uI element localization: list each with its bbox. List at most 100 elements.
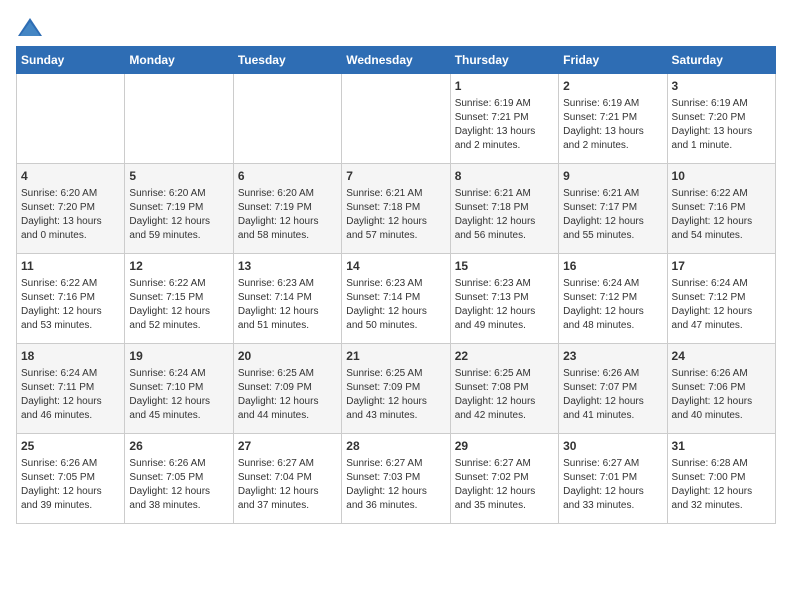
day-number: 13 <box>238 258 337 275</box>
day-cell-27: 27Sunrise: 6:27 AMSunset: 7:04 PMDayligh… <box>233 434 341 524</box>
day-info: Sunrise: 6:19 AMSunset: 7:21 PMDaylight:… <box>563 97 662 153</box>
day-info: Sunrise: 6:22 AMSunset: 7:15 PMDaylight:… <box>129 277 228 333</box>
day-cell-17: 17 Sunrise: 6:24 AMSunset: 7:12 PMDayligh… <box>667 254 775 344</box>
day-number: 26 <box>129 438 228 455</box>
day-cell-24: 24 Sunrise: 6:26 AMSunset: 7:06 PMDayligh… <box>667 344 775 434</box>
header <box>16 16 776 38</box>
day-number: 3 <box>672 78 771 95</box>
week-row-2: 4 Sunrise: 6:20 AMSunset: 7:20 PMDaylight… <box>17 164 776 254</box>
day-cell-13: 13 Sunrise: 6:23 AMSunset: 7:14 PMDayligh… <box>233 254 341 344</box>
day-info: Sunrise: 6:19 AMSunset: 7:20 PMDaylight:… <box>672 97 771 153</box>
day-number: 7 <box>346 168 445 185</box>
day-info: Sunrise: 6:20 AMSunset: 7:19 PMDaylight:… <box>238 187 337 243</box>
day-number: 25 <box>21 438 120 455</box>
day-info: Sunrise: 6:20 AMSunset: 7:20 PMDaylight:… <box>21 187 120 243</box>
day-number: 21 <box>346 348 445 365</box>
day-cell-3: 3 Sunrise: 6:19 AMSunset: 7:20 PMDaylight… <box>667 74 775 164</box>
week-row-1: 1 Sunrise: 6:19 AMSunset: 7:21 PMDaylight… <box>17 74 776 164</box>
day-number: 2 <box>563 78 662 95</box>
day-cell-15: 15Sunrise: 6:23 AMSunset: 7:13 PMDayligh… <box>450 254 558 344</box>
day-number: 10 <box>672 168 771 185</box>
day-number: 31 <box>672 438 771 455</box>
day-number: 17 <box>672 258 771 275</box>
day-cell-9: 9Sunrise: 6:21 AMSunset: 7:17 PMDaylight… <box>559 164 667 254</box>
day-info: Sunrise: 6:22 AMSunset: 7:16 PMDaylight:… <box>21 277 120 333</box>
day-info: Sunrise: 6:26 AMSunset: 7:07 PMDaylight:… <box>563 367 662 423</box>
day-number: 24 <box>672 348 771 365</box>
day-number: 22 <box>455 348 554 365</box>
day-cell-12: 12 Sunrise: 6:22 AMSunset: 7:15 PMDayligh… <box>125 254 233 344</box>
day-cell-28: 28 Sunrise: 6:27 AMSunset: 7:03 PMDayligh… <box>342 434 450 524</box>
day-cell-20: 20 Sunrise: 6:25 AMSunset: 7:09 PMDayligh… <box>233 344 341 434</box>
day-number: 15 <box>455 258 554 275</box>
day-info: Sunrise: 6:23 AMSunset: 7:14 PMDaylight:… <box>238 277 337 333</box>
day-info: Sunrise: 6:28 AMSunset: 7:00 PMDaylight:… <box>672 457 771 513</box>
day-cell-30: 30Sunrise: 6:27 AMSunset: 7:01 PMDayligh… <box>559 434 667 524</box>
day-cell-26: 26 Sunrise: 6:26 AMSunset: 7:05 PMDayligh… <box>125 434 233 524</box>
day-cell-14: 14Sunrise: 6:23 AMSunset: 7:14 PMDayligh… <box>342 254 450 344</box>
day-info: Sunrise: 6:22 AMSunset: 7:16 PMDaylight:… <box>672 187 771 243</box>
day-number: 28 <box>346 438 445 455</box>
day-cell-23: 23 Sunrise: 6:26 AMSunset: 7:07 PMDayligh… <box>559 344 667 434</box>
day-cell-empty <box>125 74 233 164</box>
day-cell-11: 11Sunrise: 6:22 AMSunset: 7:16 PMDayligh… <box>17 254 125 344</box>
header-cell-wednesday: Wednesday <box>342 47 450 74</box>
day-cell-31: 31 Sunrise: 6:28 AMSunset: 7:00 PMDayligh… <box>667 434 775 524</box>
day-number: 16 <box>563 258 662 275</box>
day-cell-4: 4 Sunrise: 6:20 AMSunset: 7:20 PMDaylight… <box>17 164 125 254</box>
header-cell-tuesday: Tuesday <box>233 47 341 74</box>
day-number: 18 <box>21 348 120 365</box>
day-number: 8 <box>455 168 554 185</box>
day-cell-8: 8 Sunrise: 6:21 AMSunset: 7:18 PMDaylight… <box>450 164 558 254</box>
day-number: 1 <box>455 78 554 95</box>
day-cell-10: 10 Sunrise: 6:22 AMSunset: 7:16 PMDayligh… <box>667 164 775 254</box>
week-row-5: 25 Sunrise: 6:26 AMSunset: 7:05 PMDayligh… <box>17 434 776 524</box>
logo <box>16 16 48 38</box>
day-info: Sunrise: 6:21 AMSunset: 7:17 PMDaylight:… <box>563 187 662 243</box>
day-number: 19 <box>129 348 228 365</box>
day-info: Sunrise: 6:24 AMSunset: 7:10 PMDaylight:… <box>129 367 228 423</box>
day-number: 27 <box>238 438 337 455</box>
day-info: Sunrise: 6:24 AMSunset: 7:12 PMDaylight:… <box>672 277 771 333</box>
day-cell-18: 18Sunrise: 6:24 AMSunset: 7:11 PMDayligh… <box>17 344 125 434</box>
day-info: Sunrise: 6:23 AMSunset: 7:14 PMDaylight:… <box>346 277 445 333</box>
day-cell-empty <box>342 74 450 164</box>
day-number: 6 <box>238 168 337 185</box>
header-cell-saturday: Saturday <box>667 47 775 74</box>
header-cell-thursday: Thursday <box>450 47 558 74</box>
header-cell-friday: Friday <box>559 47 667 74</box>
day-info: Sunrise: 6:26 AMSunset: 7:06 PMDaylight:… <box>672 367 771 423</box>
logo-icon <box>16 16 44 38</box>
day-cell-2: 2 Sunrise: 6:19 AMSunset: 7:21 PMDaylight… <box>559 74 667 164</box>
day-info: Sunrise: 6:27 AMSunset: 7:03 PMDaylight:… <box>346 457 445 513</box>
header-cell-monday: Monday <box>125 47 233 74</box>
day-number: 23 <box>563 348 662 365</box>
header-row: SundayMondayTuesdayWednesdayThursdayFrid… <box>17 47 776 74</box>
day-cell-25: 25Sunrise: 6:26 AMSunset: 7:05 PMDayligh… <box>17 434 125 524</box>
calendar-table: SundayMondayTuesdayWednesdayThursdayFrid… <box>16 46 776 524</box>
day-number: 30 <box>563 438 662 455</box>
day-cell-empty <box>233 74 341 164</box>
day-info: Sunrise: 6:26 AMSunset: 7:05 PMDaylight:… <box>129 457 228 513</box>
day-info: Sunrise: 6:19 AMSunset: 7:21 PMDaylight:… <box>455 97 554 153</box>
week-row-4: 18Sunrise: 6:24 AMSunset: 7:11 PMDayligh… <box>17 344 776 434</box>
week-row-3: 11Sunrise: 6:22 AMSunset: 7:16 PMDayligh… <box>17 254 776 344</box>
header-cell-sunday: Sunday <box>17 47 125 74</box>
day-cell-22: 22 Sunrise: 6:25 AMSunset: 7:08 PMDayligh… <box>450 344 558 434</box>
day-number: 12 <box>129 258 228 275</box>
day-cell-5: 5Sunrise: 6:20 AMSunset: 7:19 PMDaylight… <box>125 164 233 254</box>
day-number: 4 <box>21 168 120 185</box>
day-info: Sunrise: 6:20 AMSunset: 7:19 PMDaylight:… <box>129 187 228 243</box>
day-cell-16: 16Sunrise: 6:24 AMSunset: 7:12 PMDayligh… <box>559 254 667 344</box>
day-cell-6: 6 Sunrise: 6:20 AMSunset: 7:19 PMDaylight… <box>233 164 341 254</box>
day-cell-29: 29Sunrise: 6:27 AMSunset: 7:02 PMDayligh… <box>450 434 558 524</box>
day-info: Sunrise: 6:21 AMSunset: 7:18 PMDaylight:… <box>346 187 445 243</box>
day-number: 29 <box>455 438 554 455</box>
day-number: 20 <box>238 348 337 365</box>
day-info: Sunrise: 6:21 AMSunset: 7:18 PMDaylight:… <box>455 187 554 243</box>
day-info: Sunrise: 6:25 AMSunset: 7:09 PMDaylight:… <box>346 367 445 423</box>
day-cell-7: 7 Sunrise: 6:21 AMSunset: 7:18 PMDaylight… <box>342 164 450 254</box>
day-info: Sunrise: 6:25 AMSunset: 7:08 PMDaylight:… <box>455 367 554 423</box>
day-info: Sunrise: 6:25 AMSunset: 7:09 PMDaylight:… <box>238 367 337 423</box>
day-cell-1: 1 Sunrise: 6:19 AMSunset: 7:21 PMDaylight… <box>450 74 558 164</box>
